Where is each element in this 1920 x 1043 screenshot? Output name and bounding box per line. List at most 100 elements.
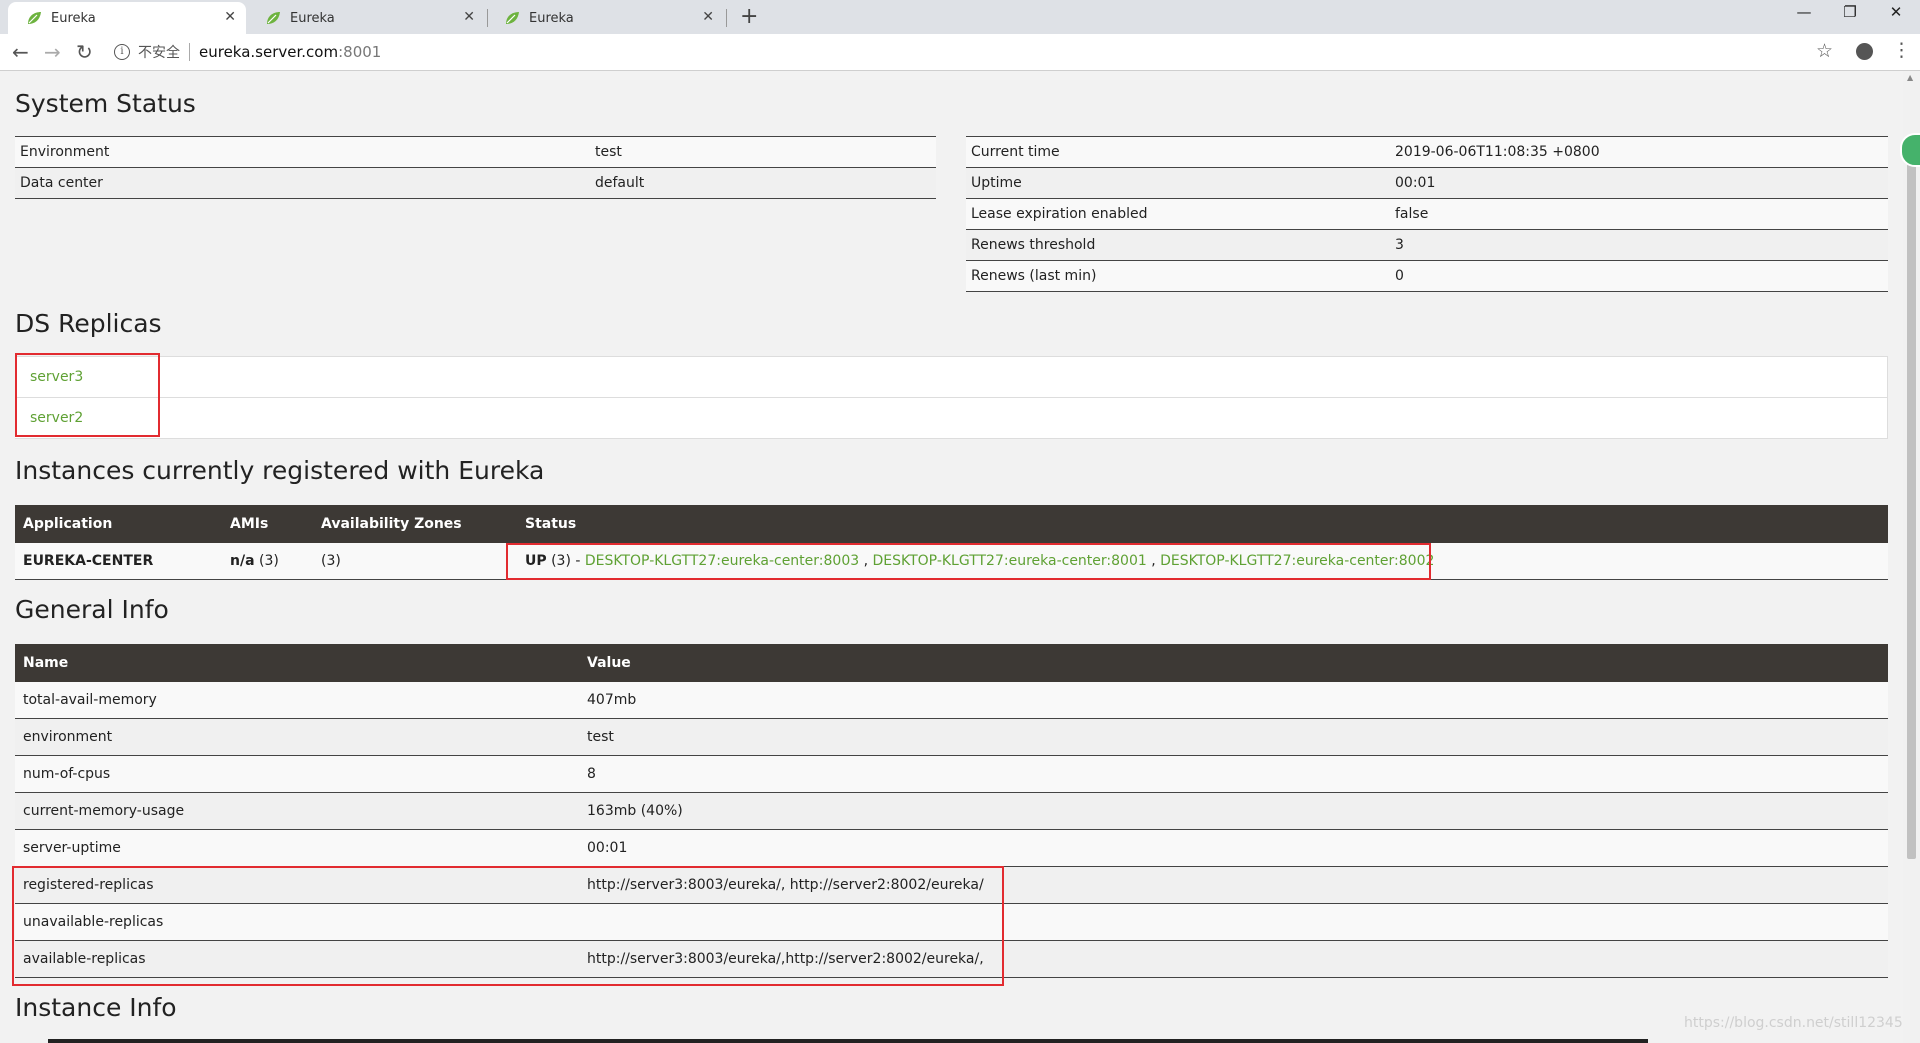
- replica-cell: server2: [15, 397, 1888, 439]
- forward-arrow-icon[interactable]: →: [44, 40, 61, 64]
- table-row: environment test: [15, 718, 1888, 756]
- status-key: Renews (last min): [966, 260, 1390, 292]
- spring-leaf-icon: [28, 12, 41, 24]
- column-header: Availability Zones: [313, 505, 517, 543]
- status-value: test: [590, 136, 936, 168]
- omnibox[interactable]: i 不安全 eureka.server.com:8001: [114, 40, 381, 64]
- info-value: 163mb (40%): [579, 792, 1888, 830]
- tab-eureka-1[interactable]: Eureka ✕: [8, 2, 246, 34]
- status-key: Renews threshold: [966, 229, 1390, 261]
- column-header: Application: [15, 505, 222, 543]
- close-tab-icon[interactable]: ✕: [463, 9, 475, 25]
- instances-title: Instances currently registered with Eure…: [15, 456, 545, 485]
- menu-kebab-icon[interactable]: ⋮: [1892, 39, 1911, 61]
- application-name: EUREKA-CENTER: [15, 543, 222, 580]
- reload-icon[interactable]: ↻: [76, 40, 93, 64]
- info-value: test: [579, 718, 1888, 756]
- general-info-title: General Info: [15, 595, 169, 624]
- watermark-text: https://blog.csdn.net/still123456: [1684, 1015, 1903, 1031]
- info-name: server-uptime: [15, 829, 579, 867]
- highlight-box-status: [506, 543, 1431, 580]
- info-value: 407mb: [579, 682, 1888, 719]
- status-key: Environment: [15, 136, 590, 168]
- system-status-left-table: Environment test Data center default: [15, 136, 936, 199]
- new-tab-plus-icon[interactable]: +: [740, 4, 758, 29]
- account-icon[interactable]: [1856, 43, 1873, 60]
- instance-info-title: Instance Info: [15, 993, 177, 1022]
- amis-count: (3): [254, 553, 279, 569]
- ds-replicas-table: server3 server2: [15, 356, 1888, 439]
- close-tab-icon[interactable]: ✕: [224, 9, 236, 25]
- not-secure-label: 不安全: [138, 45, 180, 61]
- amis-value: n/a: [230, 553, 255, 569]
- table-row: Renews threshold 3: [966, 229, 1888, 261]
- info-name: total-avail-memory: [15, 682, 579, 719]
- status-key: Lease expiration enabled: [966, 198, 1390, 230]
- scrollbar-thumb[interactable]: [1907, 159, 1916, 859]
- address-toolbar: ← → ↻ i 不安全 eureka.server.com:8001 ☆ ⋮: [0, 34, 1920, 71]
- info-name: environment: [15, 718, 579, 756]
- tab-divider: [726, 9, 727, 27]
- url-port: :8001: [338, 43, 382, 61]
- replica-row: server2: [15, 397, 1888, 439]
- highlight-box-replicas: [15, 353, 160, 437]
- info-value: 00:01: [579, 829, 1888, 867]
- close-window-icon[interactable]: ✕: [1873, 3, 1919, 21]
- bookmark-star-icon[interactable]: ☆: [1816, 40, 1833, 62]
- column-header: Value: [579, 644, 1888, 682]
- amis-cell: n/a (3): [222, 543, 313, 580]
- back-arrow-icon[interactable]: ←: [12, 40, 29, 64]
- ds-replicas-title: DS Replicas: [15, 309, 162, 338]
- table-row: current-memory-usage 163mb (40%): [15, 792, 1888, 830]
- tab-eureka-3[interactable]: Eureka ✕: [486, 2, 724, 34]
- scroll-up-arrow-icon[interactable]: ▲: [1907, 73, 1913, 82]
- system-status-right-table: Current time 2019-06-06T11:08:35 +0800 U…: [966, 136, 1888, 292]
- spring-leaf-icon: [506, 12, 519, 24]
- zones-value: (3): [313, 543, 517, 580]
- status-value: false: [1390, 198, 1888, 230]
- url-host: eureka.server.com: [199, 43, 339, 61]
- table-row: Renews (last min) 0: [966, 260, 1888, 292]
- info-icon[interactable]: i: [114, 44, 130, 60]
- info-name: num-of-cpus: [15, 755, 579, 793]
- status-value: 0: [1390, 260, 1888, 292]
- browser-tab-strip: Eureka ✕ Eureka ✕ Eureka ✕ + — ❐ ✕: [0, 0, 1920, 34]
- replica-row: server3: [15, 356, 1888, 398]
- floating-extension-icon[interactable]: [1900, 133, 1920, 167]
- close-tab-icon[interactable]: ✕: [702, 9, 714, 25]
- status-key: Uptime: [966, 167, 1390, 199]
- replica-cell: server3: [15, 356, 1888, 398]
- system-status-title: System Status: [15, 89, 196, 118]
- info-name: current-memory-usage: [15, 792, 579, 830]
- column-header: Status: [517, 505, 1888, 543]
- table-row: Uptime 00:01: [966, 167, 1888, 199]
- table-header-row: Name Value: [15, 644, 1888, 682]
- divider: [48, 1039, 1648, 1043]
- column-header: AMIs: [222, 505, 313, 543]
- table-row: server-uptime 00:01: [15, 829, 1888, 867]
- tab-title: Eureka: [51, 10, 96, 26]
- status-value: default: [590, 167, 936, 199]
- restore-icon[interactable]: ❐: [1827, 3, 1873, 21]
- url-divider: [189, 43, 190, 61]
- table-row: Data center default: [15, 167, 936, 199]
- tab-eureka-2[interactable]: Eureka ✕: [247, 2, 485, 34]
- column-header: Name: [15, 644, 579, 682]
- table-row: total-avail-memory 407mb: [15, 682, 1888, 719]
- status-value: 00:01: [1390, 167, 1888, 199]
- info-value: 8: [579, 755, 1888, 793]
- status-key: Data center: [15, 167, 590, 199]
- highlight-box-replicas-info: [12, 866, 1004, 986]
- tab-title: Eureka: [529, 10, 574, 26]
- minimize-icon[interactable]: —: [1781, 3, 1827, 21]
- table-row: num-of-cpus 8: [15, 755, 1888, 793]
- table-header-row: Application AMIs Availability Zones Stat…: [15, 505, 1888, 543]
- table-row: Environment test: [15, 136, 936, 168]
- table-row: Current time 2019-06-06T11:08:35 +0800: [966, 136, 1888, 168]
- table-row: Lease expiration enabled false: [966, 198, 1888, 230]
- spring-leaf-icon: [267, 12, 280, 24]
- status-value: 2019-06-06T11:08:35 +0800: [1390, 136, 1888, 168]
- vertical-scrollbar[interactable]: ▲: [1903, 71, 1920, 1043]
- status-value: 3: [1390, 229, 1888, 261]
- status-key: Current time: [966, 136, 1390, 168]
